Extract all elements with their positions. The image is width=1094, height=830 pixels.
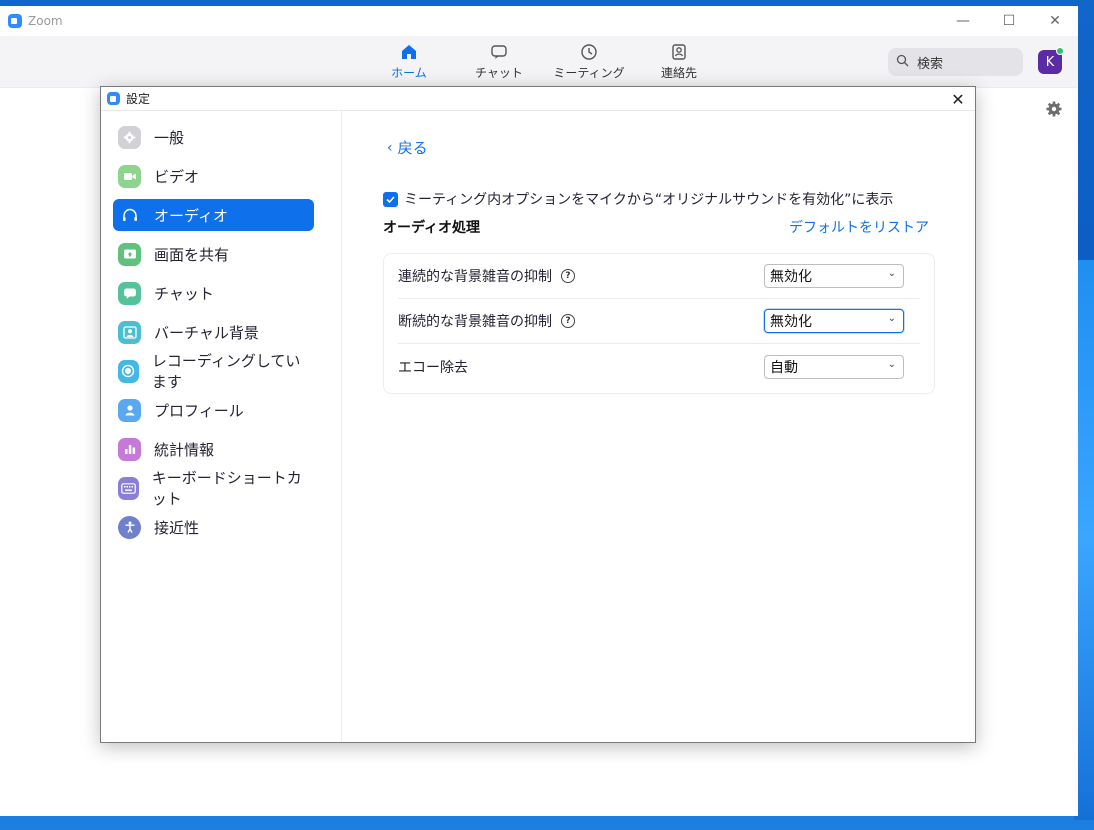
virtual-background-icon	[118, 320, 141, 344]
zoom-logo-icon	[107, 92, 120, 105]
sidebar-item-virtual-background[interactable]: バーチャル背景	[113, 316, 314, 348]
statistics-icon	[118, 437, 141, 461]
original-sound-checkbox[interactable]	[383, 191, 398, 207]
tab-chat-label: チャット	[475, 66, 523, 80]
chevron-down-icon: ⌄	[887, 268, 896, 279]
sidebar-item-label: 画面を共有	[154, 245, 230, 264]
echo-cancellation-select[interactable]: 自動 ⌄	[764, 354, 904, 379]
intermittent-noise-row: 断続的な背景雑音の抑制 ? 無効化 ⌄	[398, 299, 920, 344]
echo-cancellation-label: エコー除去	[398, 359, 468, 376]
original-sound-option-row: ミーティング内オプションをマイクから“オリジナルサウンドを有効化”に表示	[383, 189, 893, 209]
back-link[interactable]: ‹ 戻る	[387, 137, 428, 158]
help-icon[interactable]: ?	[561, 269, 575, 283]
search-placeholder: 検索	[917, 56, 944, 72]
chevron-left-icon: ‹	[387, 139, 393, 156]
sidebar-item-share-screen[interactable]: 画面を共有	[113, 238, 314, 270]
maximize-button[interactable]: ☐	[986, 6, 1032, 36]
tab-home[interactable]: ホーム	[364, 42, 454, 81]
sidebar-item-label: 一般	[154, 128, 185, 147]
clock-icon	[579, 42, 599, 62]
audio-processing-card: 連続的な背景雑音の抑制 ? 無効化 ⌄ 断続的な背景雑音の抑制 ? 無効化 ⌄	[383, 253, 935, 394]
sidebar-item-profile[interactable]: プロフィール	[113, 394, 314, 426]
sidebar-item-recording[interactable]: レコーディングしています	[113, 352, 314, 391]
sidebar-item-accessibility[interactable]: 接近性	[113, 511, 314, 543]
persistent-noise-row: 連続的な背景雑音の抑制 ? 無効化 ⌄	[398, 254, 920, 299]
audio-settings-content: ‹ 戻る ミーティング内オプションをマイクから“オリジナルサウンドを有効化”に表…	[343, 111, 975, 742]
tab-chat[interactable]: チャット	[454, 42, 544, 81]
section-title: オーディオ処理	[383, 220, 481, 236]
online-status-indicator	[1056, 47, 1064, 55]
sidebar-item-label: チャット	[154, 284, 214, 303]
sidebar-item-video[interactable]: ビデオ	[113, 160, 314, 192]
intermittent-noise-select[interactable]: 無効化 ⌄	[764, 309, 904, 333]
tab-contacts-label: 連絡先	[660, 66, 697, 80]
window-title: Zoom	[28, 14, 63, 28]
nav-tabs: ホーム チャット ミーティング 連絡先	[364, 42, 724, 81]
contacts-icon	[669, 42, 689, 62]
settings-sidebar: 一般 ビデオ オーディオ 画面を共有 チャット バーチャル背景 レコーディングし…	[101, 111, 342, 742]
sidebar-item-label: レコーディングしています	[151, 352, 301, 391]
persistent-noise-select[interactable]: 無効化 ⌄	[764, 264, 904, 288]
sidebar-item-label: キーボードショートカット	[151, 469, 302, 508]
echo-cancellation-label-group: エコー除去	[398, 357, 468, 377]
sidebar-item-label: ビデオ	[154, 167, 200, 186]
tab-meetings[interactable]: ミーティング	[544, 42, 634, 81]
intermittent-noise-label: 断続的な背景雑音の抑制	[398, 314, 552, 330]
sidebar-item-chat[interactable]: チャット	[113, 277, 314, 309]
sidebar-item-label: バーチャル背景	[154, 323, 259, 342]
accessibility-icon	[118, 515, 141, 539]
persistent-noise-label-group: 連続的な背景雑音の抑制 ?	[398, 266, 575, 286]
sidebar-item-general[interactable]: 一般	[113, 121, 314, 153]
search-input[interactable]: 検索	[888, 48, 1023, 76]
share-screen-icon	[118, 242, 141, 266]
settings-dialog: 設定 ✕ 一般 ビデオ オーディオ 画面を共有 チャット バーチャル背景 レコー…	[100, 86, 976, 743]
persistent-noise-value: 無効化	[770, 269, 812, 285]
echo-cancellation-value: 自動	[770, 359, 798, 376]
zoom-logo-icon	[8, 14, 22, 28]
chat-icon	[489, 42, 509, 62]
echo-cancellation-row: エコー除去 自動 ⌄	[398, 344, 920, 389]
intermittent-noise-label-group: 断続的な背景雑音の抑制 ?	[398, 311, 575, 331]
close-button[interactable]: ✕	[1032, 6, 1078, 36]
sidebar-item-label: オーディオ	[154, 206, 228, 225]
tab-contacts[interactable]: 連絡先	[634, 42, 724, 81]
sidebar-item-label: 統計情報	[154, 440, 215, 459]
home-icon	[399, 42, 419, 62]
settings-title-bar: 設定 ✕	[101, 87, 975, 111]
title-bar: Zoom — ☐ ✕	[0, 6, 1078, 36]
intermittent-noise-value: 無効化	[770, 314, 812, 330]
chevron-down-icon: ⌄	[887, 313, 896, 324]
back-label: 戻る	[397, 139, 428, 157]
headphones-icon	[118, 204, 141, 227]
help-icon[interactable]: ?	[561, 314, 575, 328]
profile-icon	[118, 398, 141, 422]
search-icon	[896, 54, 909, 71]
window-controls: — ☐ ✕	[940, 6, 1078, 36]
tab-home-label: ホーム	[391, 66, 427, 80]
settings-gear-icon[interactable]	[1046, 101, 1062, 121]
settings-close-button[interactable]: ✕	[947, 88, 969, 110]
chat-icon	[118, 281, 141, 305]
record-icon	[118, 359, 139, 383]
original-sound-checkbox-label: ミーティング内オプションをマイクから“オリジナルサウンドを有効化”に表示	[404, 192, 894, 208]
sidebar-item-label: 接近性	[154, 518, 200, 537]
keyboard-icon	[118, 476, 139, 500]
settings-title: 設定	[126, 92, 151, 106]
sidebar-item-label: プロフィール	[154, 401, 244, 420]
sidebar-item-audio[interactable]: オーディオ	[113, 199, 314, 231]
persistent-noise-label: 連続的な背景雑音の抑制	[398, 269, 552, 285]
minimize-button[interactable]: —	[940, 6, 986, 36]
main-toolbar: ホーム チャット ミーティング 連絡先 検索 K	[0, 36, 1078, 88]
tab-meetings-label: ミーティング	[553, 66, 625, 80]
gear-icon	[118, 125, 141, 149]
video-icon	[118, 164, 141, 188]
chevron-down-icon: ⌄	[887, 358, 896, 370]
restore-defaults-link[interactable]: デフォルトをリストア	[789, 217, 929, 237]
sidebar-item-keyboard-shortcuts[interactable]: キーボードショートカット	[113, 469, 314, 508]
sidebar-item-statistics[interactable]: 統計情報	[113, 433, 314, 465]
